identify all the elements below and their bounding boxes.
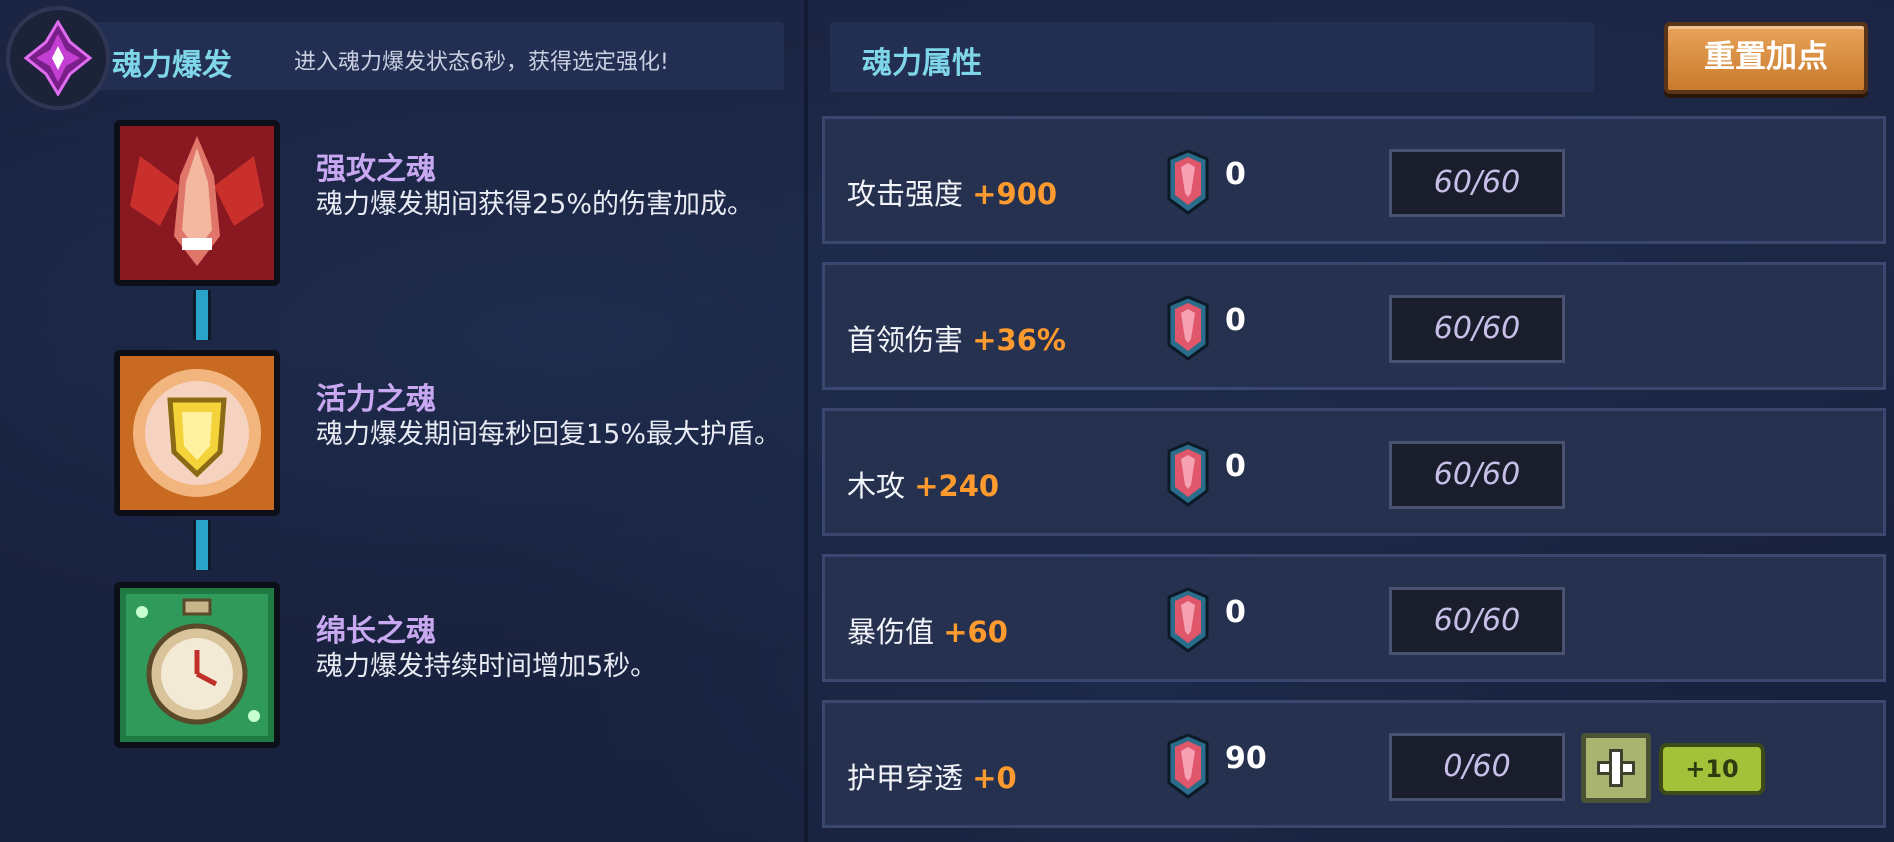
stat-bonus: +36% [972, 323, 1066, 357]
gem-count: 0 [1225, 157, 1246, 192]
skill-name: 活力之魂 [316, 382, 436, 417]
stat-progress: 0/60 [1389, 733, 1565, 801]
stat-name: 攻击强度 [847, 177, 964, 211]
soul-gem-icon [1167, 295, 1209, 361]
gem-count: 90 [1225, 741, 1267, 776]
soul-gem-icon [1167, 587, 1209, 653]
soul-gem-icon [1167, 733, 1209, 799]
stat-name: 木攻 [847, 469, 906, 503]
stat-row: 护甲穿透 +0 90 0/60 +10 [822, 700, 1886, 828]
stat-row: 首领伤害 +36% 0 60/60 [822, 262, 1886, 390]
stat-progress: 60/60 [1389, 587, 1565, 655]
skill-name: 强攻之魂 [316, 152, 436, 187]
skill-connector [193, 290, 211, 340]
stat-name: 首领伤害 [847, 323, 964, 357]
gem-count: 0 [1225, 449, 1246, 484]
stat-progress: 60/60 [1389, 441, 1565, 509]
stat-label: 暴伤值 +60 [847, 609, 1008, 651]
gem-count: 0 [1225, 595, 1246, 630]
soul-burst-description: 进入魂力爆发状态6秒，获得选定强化! [294, 50, 669, 75]
add-ten-points-button[interactable]: +10 [1659, 743, 1765, 795]
stat-bonus: +60 [943, 615, 1008, 649]
soul-gem-icon [1167, 149, 1209, 215]
stat-row: 木攻 +240 0 60/60 [822, 408, 1886, 536]
stat-name: 护甲穿透 [847, 761, 964, 795]
stat-progress: 60/60 [1389, 295, 1565, 363]
red-attack-soul-icon[interactable] [114, 120, 280, 286]
green-stopwatch-soul-icon[interactable] [114, 582, 280, 748]
stat-row: 暴伤值 +60 0 60/60 [822, 554, 1886, 682]
stat-progress: 60/60 [1389, 149, 1565, 217]
add-point-button[interactable] [1581, 733, 1651, 803]
reset-points-button[interactable]: 重置加点 [1664, 22, 1868, 94]
stat-bonus: +0 [972, 761, 1017, 795]
stat-label: 首领伤害 +36% [847, 317, 1066, 359]
stat-row: 攻击强度 +900 0 60/60 [822, 116, 1886, 244]
panel-divider [804, 0, 808, 842]
soul-attributes-title: 魂力属性 [862, 46, 982, 81]
stat-label: 木攻 +240 [847, 463, 999, 505]
skill-description: 魂力爆发期间每秒回复15%最大护盾。 [316, 419, 782, 450]
stat-bonus: +900 [972, 177, 1058, 211]
stat-name: 暴伤值 [847, 615, 935, 649]
skill-description: 魂力爆发持续时间增加5秒。 [316, 651, 658, 682]
soul-burst-emblem-icon [6, 6, 110, 110]
golden-shield-soul-icon[interactable] [114, 350, 280, 516]
skill-connector [193, 520, 211, 570]
skill-description: 魂力爆发期间获得25%的伤害加成。 [316, 189, 755, 220]
stat-label: 护甲穿透 +0 [847, 755, 1017, 797]
soul-burst-title: 魂力爆发 [112, 48, 232, 83]
soul-gem-icon [1167, 441, 1209, 507]
skill-name: 绵长之魂 [316, 614, 436, 649]
stat-bonus: +240 [914, 469, 1000, 503]
gem-count: 0 [1225, 303, 1246, 338]
stat-label: 攻击强度 +900 [847, 171, 1057, 213]
